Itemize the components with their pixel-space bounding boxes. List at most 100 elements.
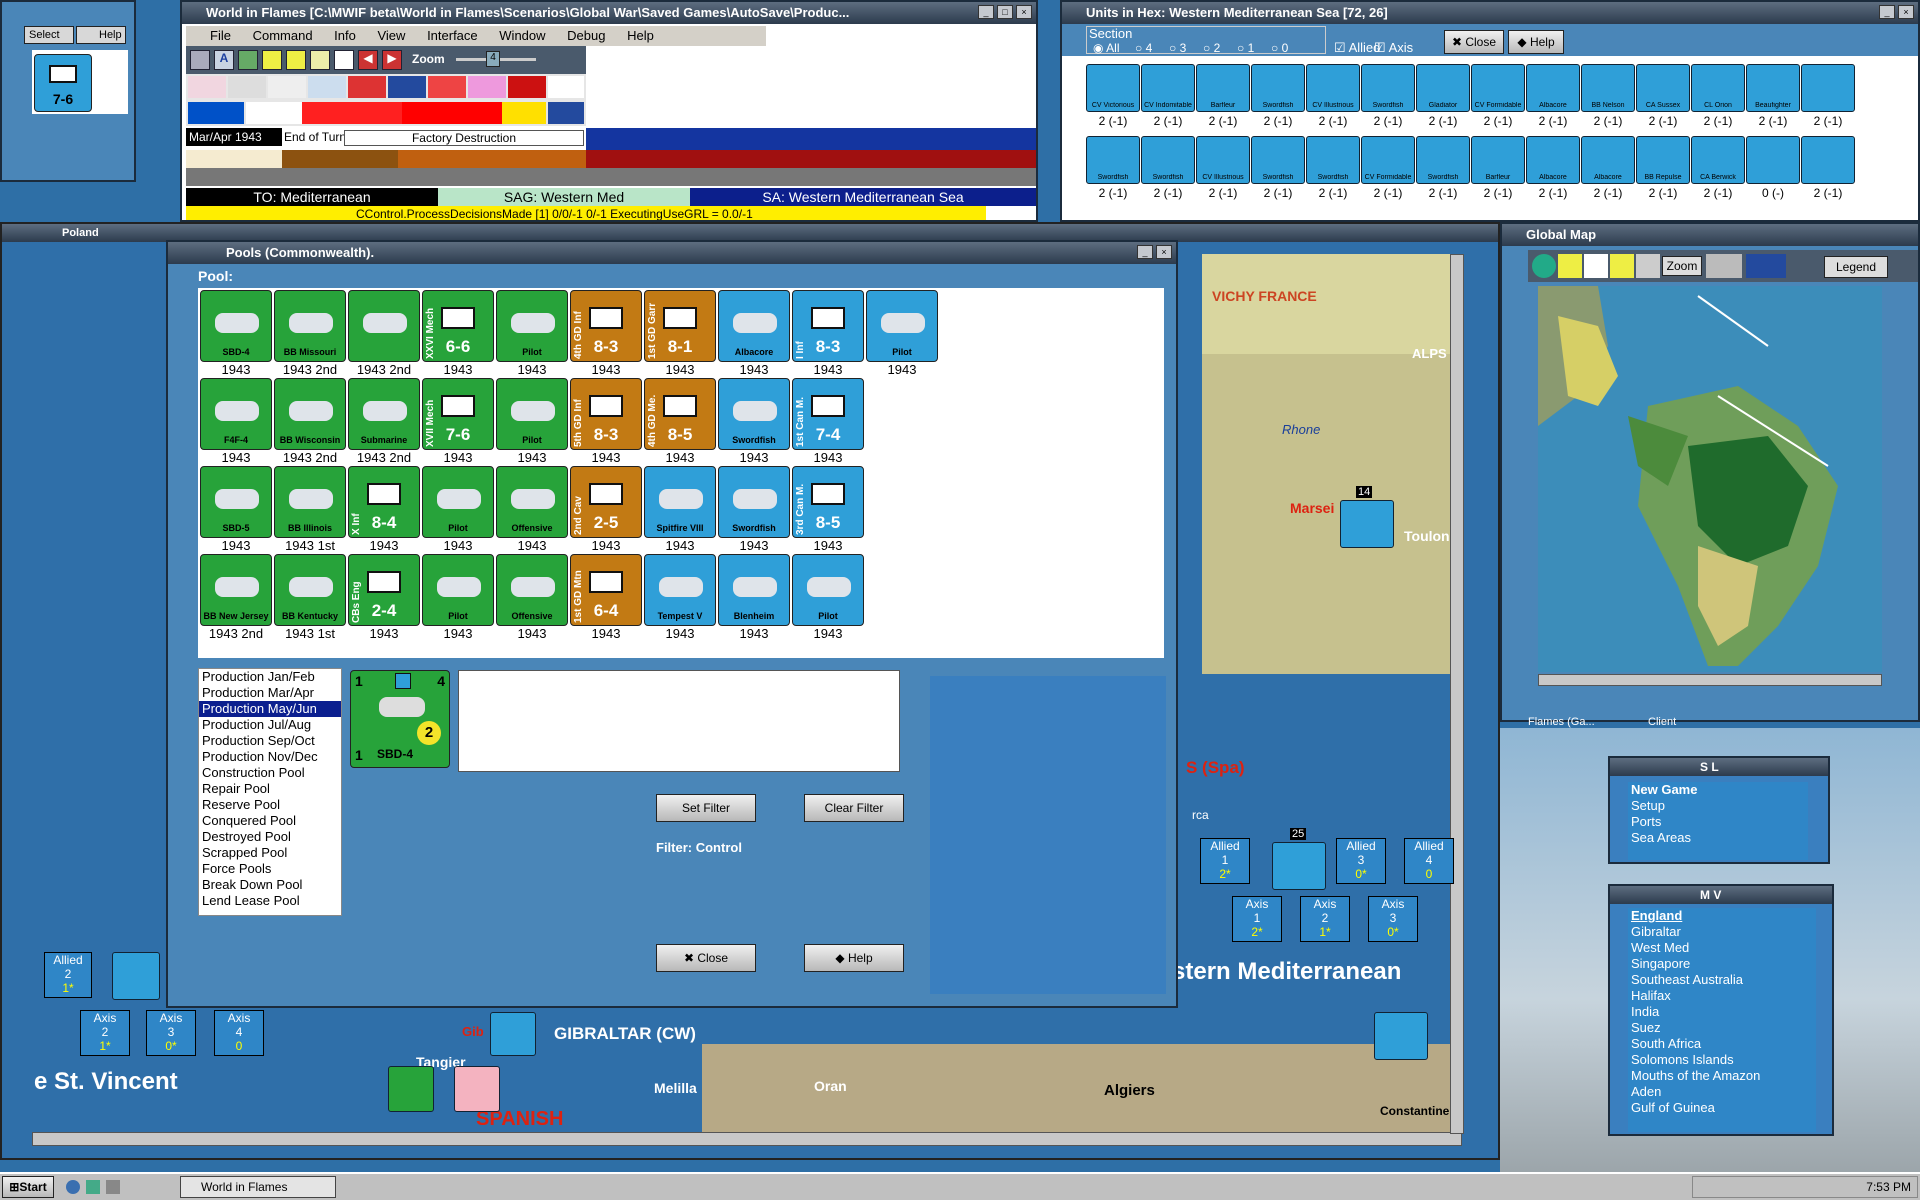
pool-unit-counter[interactable]: Swordfish	[718, 466, 790, 538]
pool-list-item[interactable]: Production May/Jun	[199, 701, 341, 717]
minimize-icon[interactable]: _	[1137, 245, 1153, 259]
mail-icon[interactable]	[106, 1180, 120, 1194]
map-unit-counter[interactable]	[1374, 1012, 1428, 1060]
mv-list-item[interactable]: Gulf of Guinea	[1628, 1100, 1816, 1116]
pool-unit-counter[interactable]: 7-4 1st Can M.	[792, 378, 864, 450]
pool-list-item[interactable]: Production Nov/Dec	[199, 749, 341, 765]
new-game-item[interactable]: New Game	[1628, 782, 1808, 798]
pool-unit-counter[interactable]: BB Wisconsin	[274, 378, 346, 450]
pool-unit-counter[interactable]: Albacore	[718, 290, 790, 362]
close-icon[interactable]: ×	[1156, 245, 1172, 259]
pool-list-item[interactable]: Construction Pool	[199, 765, 341, 781]
map-vertical-scrollbar[interactable]	[1450, 254, 1464, 1134]
pool-list-item[interactable]: Break Down Pool	[199, 877, 341, 893]
pool-unit-counter[interactable]: BB Kentucky	[274, 554, 346, 626]
pool-list-item[interactable]: Production Mar/Apr	[199, 685, 341, 701]
pool-unit-counter[interactable]: Pilot	[422, 466, 494, 538]
pool-unit-counter[interactable]: 8-3 4th GD Inf	[570, 290, 642, 362]
hex-unit-counter[interactable]: CL Orion	[1691, 64, 1745, 112]
hex-unit-counter[interactable]: CV Indomitable	[1141, 64, 1195, 112]
hex-unit-counter[interactable]: Albacore	[1526, 64, 1580, 112]
mv-list-item[interactable]: Aden	[1628, 1084, 1816, 1100]
hex-unit-counter[interactable]: CV Formidable	[1361, 136, 1415, 184]
menu-info[interactable]: Info	[334, 28, 356, 43]
maximize-icon[interactable]: □	[997, 5, 1013, 19]
left-axis-box[interactable]: Axis 2 1*	[80, 1010, 130, 1056]
pool-unit-counter[interactable]: Offensive	[496, 466, 568, 538]
hex-unit-counter[interactable]: CV Formidable	[1471, 64, 1525, 112]
mv-list-item[interactable]: Suez	[1628, 1020, 1816, 1036]
set-filter-button[interactable]: Set Filter	[656, 794, 756, 822]
hex-unit-counter[interactable]: BB Repulse	[1636, 136, 1690, 184]
start-button[interactable]: ⊞Start	[2, 1176, 54, 1198]
pool-list-item[interactable]: Production Jul/Aug	[199, 717, 341, 733]
hex-icon[interactable]	[1532, 254, 1556, 278]
menu-interface[interactable]: Interface	[427, 28, 478, 43]
hex-unit-counter[interactable]: CA Berwick	[1691, 136, 1745, 184]
flag-icon[interactable]	[334, 50, 354, 70]
hex-unit-counter[interactable]: Albacore	[1581, 136, 1635, 184]
pool-unit-counter[interactable]: SBD-4	[200, 290, 272, 362]
menu-debug[interactable]: Debug	[567, 28, 605, 43]
flag-icon[interactable]	[228, 76, 266, 98]
flag-icon[interactable]	[508, 76, 546, 98]
pool-unit-counter[interactable]: 7-6 XVII Mech	[422, 378, 494, 450]
minimize-icon[interactable]: _	[978, 5, 994, 19]
mv-list-item[interactable]: Halifax	[1628, 988, 1816, 1004]
save-icon[interactable]	[1610, 254, 1634, 278]
pool-unit-counter[interactable]: Pilot	[496, 378, 568, 450]
menu-window[interactable]: Window	[499, 28, 545, 43]
section-0-radio[interactable]: ○ 0	[1271, 41, 1288, 55]
section-all-radio[interactable]: ◉ All	[1093, 41, 1120, 55]
union-jack-icon[interactable]	[548, 102, 584, 124]
pool-unit-counter[interactable]: 2-4 CBs Eng	[348, 554, 420, 626]
flag-icon[interactable]	[428, 76, 466, 98]
map-horizontal-scrollbar[interactable]	[32, 1132, 1462, 1146]
hex-unit-counter[interactable]: Swordfish	[1251, 64, 1305, 112]
pool-unit-counter[interactable]	[348, 290, 420, 362]
pool-unit-counter[interactable]: 8-5 4th GD Me.	[644, 378, 716, 450]
arrow-left-icon[interactable]: ◀	[358, 50, 378, 70]
pool-unit-counter[interactable]: 6-6 XXVI Mech	[422, 290, 494, 362]
hex-unit-counter[interactable]: CV Victorious	[1086, 64, 1140, 112]
menu-view[interactable]: View	[377, 28, 405, 43]
zoom-button[interactable]: Zoom	[1662, 256, 1702, 276]
hex-unit-counter[interactable]: Swordfish	[1251, 136, 1305, 184]
left-axis-box[interactable]: Axis 4 0	[214, 1010, 264, 1056]
pool-unit-counter[interactable]: Blenheim	[718, 554, 790, 626]
pool-unit-counter[interactable]: Offensive	[496, 554, 568, 626]
mv-list-item[interactable]: England	[1628, 908, 1816, 924]
section-1-radio[interactable]: ○ 1	[1237, 41, 1254, 55]
clear-filter-button[interactable]: Clear Filter	[804, 794, 904, 822]
pool-list-item[interactable]: Conquered Pool	[199, 813, 341, 829]
axis-checkbox[interactable]: ☑ Axis	[1374, 40, 1413, 56]
help-button[interactable]: ◆ Help	[1508, 30, 1564, 54]
pool-unit-counter[interactable]: 8-1 1st GD Garr	[644, 290, 716, 362]
edit-icon[interactable]	[286, 50, 306, 70]
pool-list-item[interactable]: Force Pools	[199, 861, 341, 877]
check-icon[interactable]	[310, 50, 330, 70]
hex-unit-counter[interactable]	[1746, 136, 1800, 184]
hex-unit-counter[interactable]: Swordfish	[1416, 136, 1470, 184]
map-unit-counter[interactable]	[490, 1012, 536, 1056]
hex-unit-counter[interactable]: CV Illustrious	[1196, 136, 1250, 184]
ports-item[interactable]: Ports	[1628, 814, 1808, 830]
hex-unit-counter[interactable]: Barfleur	[1196, 64, 1250, 112]
tank-icon[interactable]	[190, 50, 210, 70]
setup-item[interactable]: Setup	[1628, 798, 1808, 814]
menu-command[interactable]: Command	[253, 28, 313, 43]
select-tab[interactable]: Select	[24, 26, 74, 44]
axis-box[interactable]: Axis 3 0*	[1368, 896, 1418, 942]
text-icon[interactable]: A	[214, 50, 234, 70]
pool-unit-counter[interactable]: F4F-4	[200, 378, 272, 450]
hex-unit-counter[interactable]: Gladiator	[1416, 64, 1470, 112]
flag-icon[interactable]	[188, 76, 226, 98]
pools-close-button[interactable]: ✖ Close	[656, 944, 756, 972]
pool-list-item[interactable]: Production Sep/Oct	[199, 733, 341, 749]
pool-unit-counter[interactable]: Pilot	[792, 554, 864, 626]
pool-unit-counter[interactable]: 8-3 5th GD Inf	[570, 378, 642, 450]
pool-unit-counter[interactable]: SBD-5	[200, 466, 272, 538]
menu-file[interactable]: File	[210, 28, 231, 43]
hex-unit-counter[interactable]	[1801, 64, 1855, 112]
mv-list-item[interactable]: Solomons Islands	[1628, 1052, 1816, 1068]
